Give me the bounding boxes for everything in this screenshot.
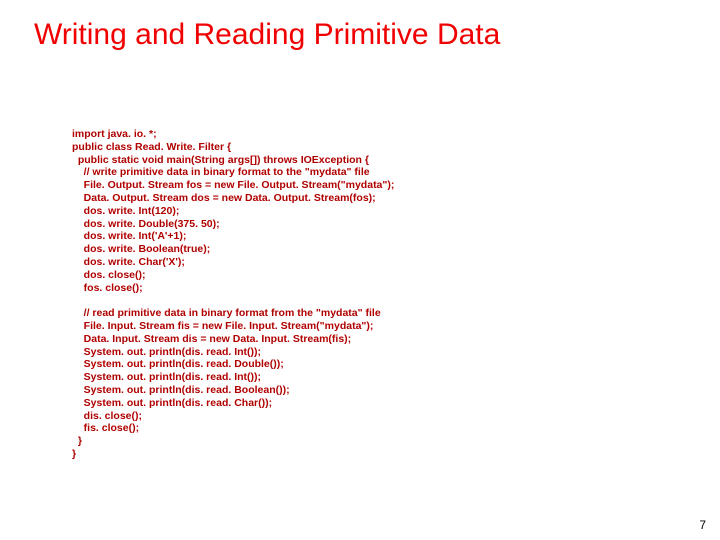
code-line: Data. Output. Stream dos = new Data. Out… <box>72 192 376 204</box>
code-line: // write primitive data in binary format… <box>72 166 370 178</box>
code-line: System. out. println(dis. read. Int()); <box>72 346 261 358</box>
code-line: dos. write. Char('X'); <box>72 256 185 268</box>
code-line: dos. write. Int('A'+1); <box>72 230 186 242</box>
code-line: // read primitive data in binary format … <box>72 307 381 319</box>
code-line: fis. close(); <box>72 422 139 434</box>
code-line: File. Input. Stream fis = new File. Inpu… <box>72 320 373 332</box>
code-line: dos. write. Boolean(true); <box>72 243 210 255</box>
code-line: System. out. println(dis. read. Int()); <box>72 371 261 383</box>
code-line: import java. io. *; <box>72 128 157 140</box>
slide-title: Writing and Reading Primitive Data <box>34 18 700 52</box>
code-line: fos. close(); <box>72 282 143 294</box>
code-block: import java. io. *; public class Read. W… <box>72 128 394 461</box>
code-line: } <box>72 435 82 447</box>
code-line: Data. Input. Stream dis = new Data. Inpu… <box>72 333 351 345</box>
code-line: } <box>72 448 76 460</box>
code-line: public class Read. Write. Filter { <box>72 141 231 153</box>
code-line: dos. close(); <box>72 269 146 281</box>
code-line: dos. write. Double(375. 50); <box>72 218 220 230</box>
code-line: File. Output. Stream fos = new File. Out… <box>72 179 394 191</box>
code-line: dos. write. Int(120); <box>72 205 179 217</box>
code-line: public static void main(String args[]) t… <box>72 154 369 166</box>
page-number: 7 <box>699 518 706 532</box>
code-line: System. out. println(dis. read. Char()); <box>72 397 272 409</box>
code-line: System. out. println(dis. read. Double()… <box>72 358 284 370</box>
code-line: System. out. println(dis. read. Boolean(… <box>72 384 290 396</box>
code-line: dis. close(); <box>72 410 142 422</box>
